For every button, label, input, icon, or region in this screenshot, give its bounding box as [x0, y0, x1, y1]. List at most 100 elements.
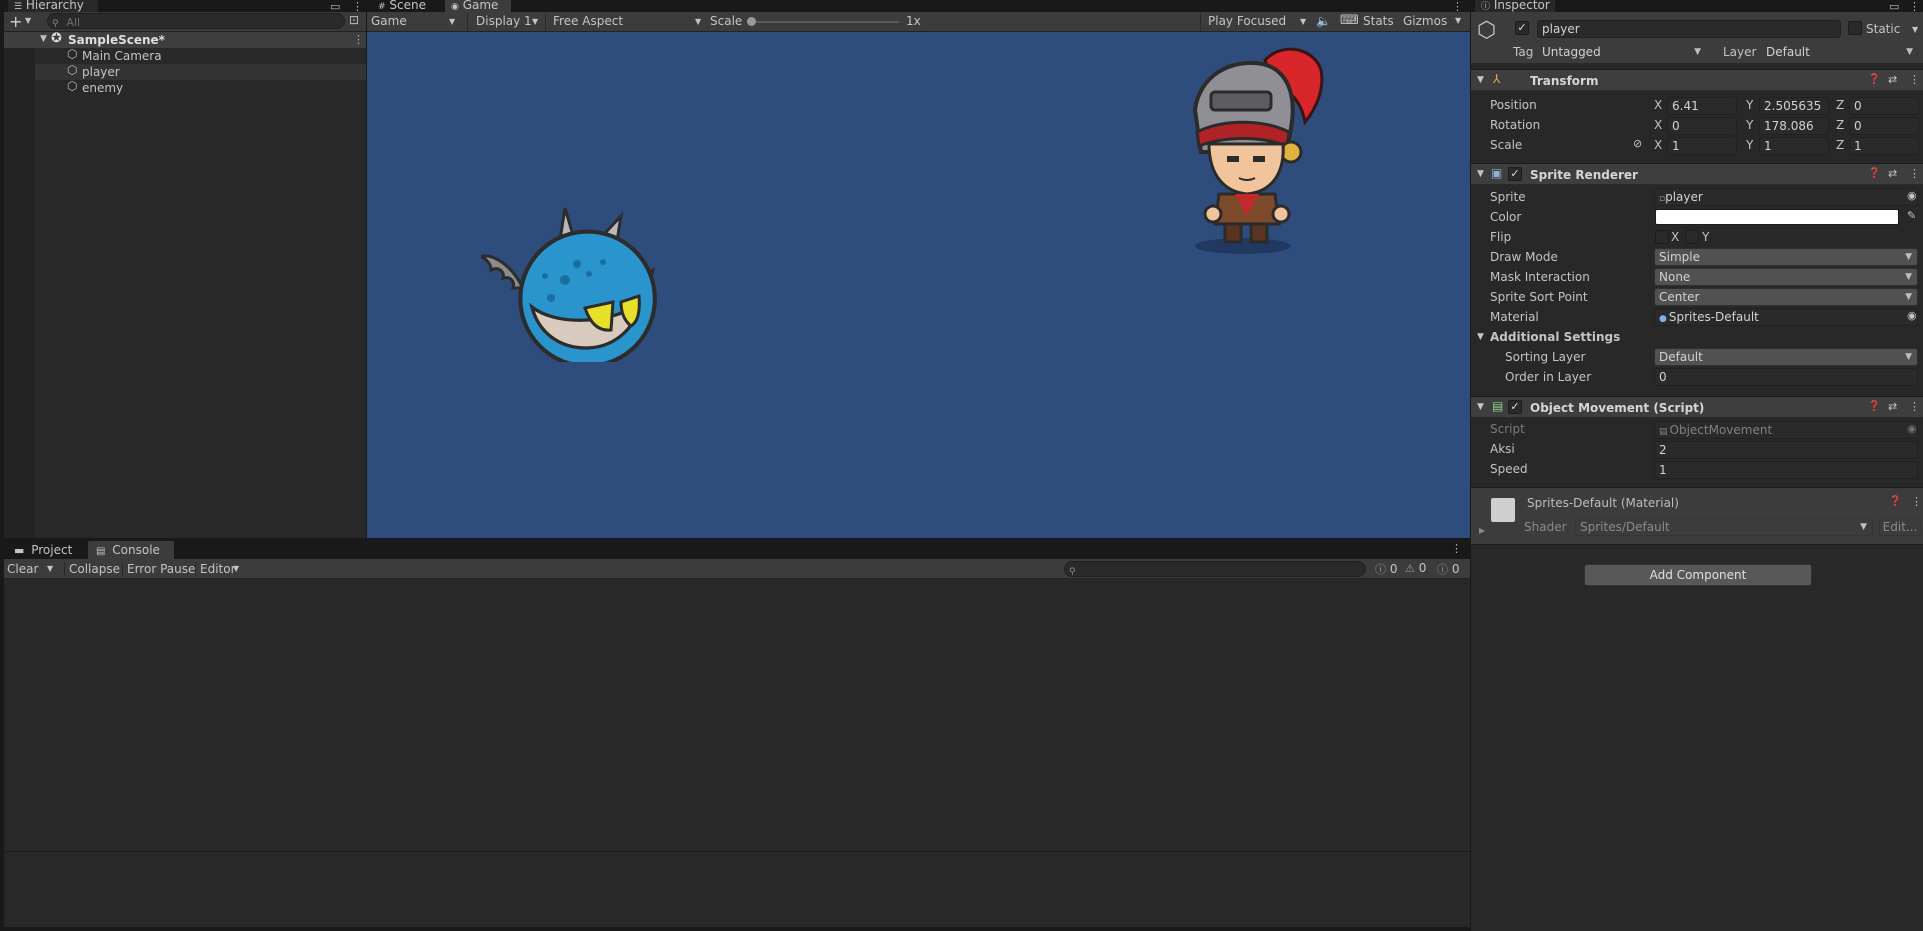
hierarchy-item-player[interactable]: ⬡ player	[35, 63, 366, 80]
hierarchy-item-enemy[interactable]: ⬡ enemy	[35, 79, 366, 96]
play-mode-dropdown[interactable]: Play Focused ▼	[1200, 13, 1310, 31]
position-x-field[interactable]: 6.41	[1667, 97, 1737, 115]
sorting-layer-dropdown[interactable]: Default ▼	[1654, 348, 1918, 366]
player-sprite	[1192, 47, 1324, 254]
mask-interaction-dropdown[interactable]: None ▼	[1654, 268, 1918, 286]
component-enabled-checkbox[interactable]: ✓	[1508, 167, 1522, 181]
inspector-tab[interactable]: ⓘ Inspector	[1475, 0, 1555, 12]
flip-x-checkbox[interactable]	[1655, 230, 1669, 244]
chevron-down-icon[interactable]: ▼	[1455, 16, 1461, 25]
warning-count-toggle[interactable]: ⚠ 0	[1405, 561, 1426, 575]
error-count-toggle[interactable]: ⓘ 0	[1375, 561, 1397, 577]
console-search-input[interactable]: ⚲	[1064, 561, 1366, 577]
tag-dropdown[interactable]: Untagged ▼	[1537, 43, 1707, 61]
sorting-layer-label: Sorting Layer	[1505, 350, 1586, 364]
scale-y-field[interactable]: 1	[1759, 137, 1829, 155]
scale-slider[interactable]	[747, 17, 899, 26]
object-picker-icon[interactable]: ◉	[1907, 309, 1917, 322]
tab-scene[interactable]: # Scene	[373, 0, 433, 12]
order-in-layer-field[interactable]: 0	[1654, 368, 1918, 386]
position-label: Position	[1490, 98, 1537, 112]
game-mode-dropdown[interactable]: Game ▼	[371, 13, 461, 31]
folder-icon: ▬	[14, 544, 25, 557]
add-icon[interactable]: +	[9, 12, 22, 31]
game-tab-icon: ◉	[451, 2, 459, 12]
rotation-y-field[interactable]: 178.086	[1759, 117, 1829, 135]
draw-mode-dropdown[interactable]: Simple ▼	[1654, 248, 1918, 266]
transform-header[interactable]: ▼ ⅄ Transform ❓ ⇄ ⋮	[1471, 69, 1923, 91]
scene-menu-icon[interactable]: ⋮	[353, 33, 364, 46]
rotation-x-field[interactable]: 0	[1667, 117, 1737, 135]
hierarchy-tab[interactable]: ☰ Hierarchy	[8, 0, 98, 12]
editor-dropdown[interactable]: Editor	[195, 562, 236, 576]
component-enabled-checkbox[interactable]: ✓	[1508, 400, 1522, 414]
static-checkbox[interactable]	[1848, 21, 1862, 35]
tab-game[interactable]: ◉ Game	[445, 0, 511, 12]
material-field[interactable]: ● Sprites-Default	[1654, 308, 1918, 326]
aspect-dropdown[interactable]: Free Aspect ▼	[545, 13, 705, 31]
scene-row[interactable]: ▼ ✪ SampleScene* ⋮	[4, 31, 366, 48]
keyboard-icon[interactable]: ⌨	[1340, 13, 1359, 28]
object-movement-header[interactable]: ▼ ▤ ✓ Object Movement (Script) ❓ ⇄ ⋮	[1471, 396, 1923, 418]
color-swatch[interactable]	[1655, 209, 1899, 225]
add-dropdown-icon[interactable]: ▼	[25, 16, 31, 25]
tab-console[interactable]: ▤ Console	[88, 541, 174, 559]
gizmos-button[interactable]: Gizmos	[1403, 14, 1447, 28]
preset-icon[interactable]: ⇄	[1888, 73, 1897, 86]
chevron-down-icon[interactable]: ▼	[1912, 25, 1918, 34]
game-view[interactable]	[367, 32, 1470, 538]
scale-z-field[interactable]: 1	[1849, 137, 1919, 155]
aksi-field[interactable]: 2	[1654, 441, 1918, 459]
rotation-z-field[interactable]: 0	[1849, 117, 1919, 135]
object-name-field[interactable]: player	[1537, 20, 1841, 38]
speed-field[interactable]: 1	[1654, 461, 1918, 479]
more-icon[interactable]: ⋮	[1451, 542, 1462, 555]
help-icon[interactable]: ❓	[1868, 74, 1880, 85]
hierarchy-search-input[interactable]: ⚲ All	[47, 13, 345, 29]
eyedropper-icon[interactable]: ✎	[1907, 209, 1916, 222]
preset-icon[interactable]: ⇄	[1888, 167, 1897, 180]
additional-settings-foldout[interactable]: Additional Settings	[1490, 329, 1620, 345]
foldout-icon[interactable]: ▼	[1477, 332, 1484, 342]
component-menu-icon[interactable]: ⋮	[1909, 73, 1920, 86]
error-pause-button[interactable]: Error Pause	[122, 562, 195, 576]
sprite-renderer-header[interactable]: ▼ ▣ ✓ Sprite Renderer ❓ ⇄ ⋮	[1471, 163, 1923, 185]
foldout-icon[interactable]: ▶	[1479, 526, 1485, 535]
component-menu-icon[interactable]: ⋮	[1909, 167, 1920, 180]
scale-x-field[interactable]: 1	[1667, 137, 1737, 155]
display-dropdown[interactable]: Display 1 ▼	[467, 13, 543, 31]
mute-audio-icon[interactable]: 🔈	[1316, 14, 1331, 28]
component-menu-icon[interactable]: ⋮	[1911, 495, 1922, 508]
console-log-area[interactable]	[4, 579, 1470, 851]
help-icon[interactable]: ❓	[1889, 496, 1901, 507]
help-icon[interactable]: ❓	[1868, 168, 1880, 179]
stats-button[interactable]: Stats	[1363, 14, 1394, 28]
position-y-field[interactable]: 2.505635	[1759, 97, 1829, 115]
search-options-icon[interactable]: ⊡	[349, 13, 359, 27]
edit-shader-button[interactable]: Edit...	[1879, 518, 1921, 536]
add-component-button[interactable]: Add Component	[1584, 564, 1812, 586]
inspector-tab-label: Inspector	[1493, 0, 1550, 12]
active-checkbox[interactable]: ✓	[1515, 21, 1529, 35]
chevron-down-icon: ▼	[532, 17, 539, 26]
preset-icon[interactable]: ⇄	[1888, 400, 1897, 413]
flip-y-checkbox[interactable]	[1685, 230, 1699, 244]
link-icon[interactable]: ⊘	[1633, 137, 1642, 150]
chevron-down-icon[interactable]: ▼	[47, 564, 53, 573]
sprite-sort-point-dropdown[interactable]: Center ▼	[1654, 288, 1918, 306]
shader-dropdown[interactable]: Sprites/Default ▼	[1575, 518, 1873, 536]
clear-button[interactable]: Clear	[7, 562, 38, 576]
object-picker-icon[interactable]: ◉	[1907, 189, 1917, 202]
hierarchy-item-main-camera[interactable]: ⬡ Main Camera	[35, 47, 366, 64]
layer-dropdown[interactable]: Default ▼	[1761, 43, 1919, 61]
component-menu-icon[interactable]: ⋮	[1909, 400, 1920, 413]
collapse-button[interactable]: Collapse	[64, 562, 120, 576]
expand-icon[interactable]: ▼	[40, 34, 47, 44]
console-toolbar: Clear ▼ Collapse Error Pause Editor ▼ ⚲ …	[4, 559, 1470, 579]
scale-slider-handle[interactable]	[747, 17, 756, 26]
sprite-field[interactable]: ▫player	[1654, 188, 1918, 206]
info-count-toggle[interactable]: ⓘ 0	[1437, 561, 1459, 577]
position-z-field[interactable]: 0	[1849, 97, 1919, 115]
tab-project[interactable]: ▬ Project	[8, 541, 86, 559]
help-icon[interactable]: ❓	[1868, 401, 1880, 412]
